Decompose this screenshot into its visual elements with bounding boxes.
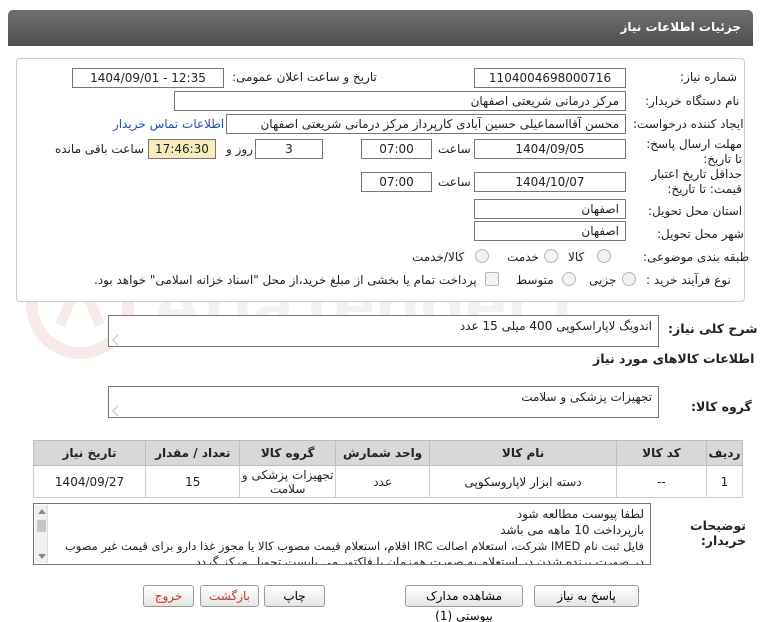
scroll-thumb[interactable] [37,520,46,532]
resize-grip-icon[interactable] [112,405,124,417]
payment-note: پرداخت تمام یا بخشی از مبلغ خرید،از محل … [94,273,477,287]
buyer-notes-textarea[interactable]: لطفا پیوست مطالعه شود بازپرداخت 10 ماهه … [33,503,651,565]
description-textarea[interactable]: اندویگ لاپاراسکوپی 400 میلی 15 عدد [108,315,659,347]
process-medium-radio[interactable] [562,272,576,286]
category-goods-service-label: کالا/خدمت [412,250,465,264]
treasury-checkbox[interactable] [485,272,499,286]
note-line: لطفا پیوست مطالعه شود [516,507,644,521]
note-line: فایل ثبت نام IMED شرکت، استعلام اصالت IR… [64,539,644,553]
cell-goods-name: دسته ابزار لاپاروسکوپی [429,465,617,498]
announce-datetime-label: تاریخ و ساعت اعلان عمومی: [232,70,377,84]
description-text: اندویگ لاپاراسکوپی 400 میلی 15 عدد [459,319,652,333]
col-header-goods-group: گروه کالا [239,440,336,466]
remaining-time-value: 17:46:30 [148,139,216,159]
scroll-up-icon[interactable] [38,509,46,514]
send-deadline-label: مهلت ارسال پاسخ: تا تاریخ: [646,137,742,166]
cell-need-date: 1404/09/27 [32,465,147,498]
table-row[interactable]: 1 -- دسته ابزار لاپاروسکوپی عدد تجهیزات … [32,465,744,498]
city-value: اصفهان [474,221,626,241]
need-number-value: 1104004698000716 [474,68,626,88]
city-label: شهر محل تحویل: [657,227,744,241]
days-remaining-value: 3 [255,139,323,159]
attachments-button[interactable]: مشاهده مدارک پیوستی (1) [405,585,523,622]
table-header-row: ردیف کد کالا نام کالا واحد شمارش گروه کا… [32,440,744,466]
send-time-value: 07:00 [361,139,432,159]
scroll-down-icon[interactable] [38,554,46,559]
col-header-quantity: تعداد / مقدار [145,440,241,466]
note-line: در صورت برنده شدن در استعلام به صورت همز… [191,555,644,565]
process-medium-label: متوسط [516,273,554,287]
category-goods-radio[interactable] [597,249,611,263]
process-minor-radio[interactable] [622,272,636,286]
col-header-row-number: ردیف [705,440,744,466]
buyer-org-value: مرکز درمانی شریعتی اصفهان [174,91,626,111]
goods-info-title: اطلاعات کالاهای مورد نیاز [593,351,755,366]
col-header-goods-code: کد کالا [615,440,707,466]
reply-button[interactable]: پاسخ به نیاز [534,585,639,607]
validity-label: حداقل تاریخ اعتبار قیمت: تا تاریخ: [651,167,742,196]
province-value: اصفهان [474,199,626,219]
day-and-label: روز و [226,142,253,156]
process-minor-label: جزیی [589,273,617,287]
print-button[interactable]: چاپ [264,585,325,607]
cell-row-number: 1 [705,465,744,498]
send-date-value: 1404/09/05 [474,139,626,159]
buyer-notes-label: توضیحات خریدار: [690,518,746,548]
page-header: جزئیات اطلاعات نیاز [8,10,753,46]
requester-label: ایجاد کننده درخواست: [633,117,744,131]
goods-group-text: تجهیزات پزشکی و سلامت [521,390,652,404]
goods-table: ردیف کد کالا نام کالا واحد شمارش گروه کا… [32,440,744,498]
validity-time-label: ساعت [438,175,471,189]
resize-grip-icon[interactable] [112,334,124,346]
process-label: نوع فرآیند خرید : [646,273,731,287]
buyer-org-label: نام دستگاه خریدار: [645,94,740,108]
notes-scrollbar[interactable] [35,505,48,563]
need-number-label: شماره نیاز: [680,70,737,84]
category-goods-service-radio[interactable] [475,249,489,263]
province-label: استان محل تحویل: [648,204,743,218]
back-button[interactable]: بازگشت [200,585,259,607]
requester-value: محسن آقااسماعیلی حسین آبادی کارپرداز مرک… [226,114,626,134]
goods-group-label: گروه کالا: [691,399,752,414]
category-service-label: خدمت [507,250,539,264]
goods-group-textarea[interactable]: تجهیزات پزشکی و سلامت [108,386,659,418]
page: جزئیات اطلاعات نیاز AriaTender.net شماره… [0,0,761,622]
col-header-goods-name: نام کالا [429,440,617,466]
cell-quantity: 15 [145,465,241,498]
description-label: شرح کلی نیاز: [668,321,758,336]
cell-goods-group: تجهیزات پزشکی و سلامت [239,465,336,498]
category-service-radio[interactable] [544,249,558,263]
send-time-label: ساعت [438,142,471,156]
contact-buyer-link[interactable]: اطلاعات تماس خریدار [113,117,224,131]
note-line: بازپرداخت 10 ماهه می باشد [500,523,644,537]
page-title: جزئیات اطلاعات نیاز [620,20,741,34]
announce-datetime-value: 1404/09/01 - 12:35 [72,68,224,88]
cell-goods-code: -- [615,465,707,498]
exit-button[interactable]: خروج [143,585,194,607]
cell-unit: عدد [334,465,431,498]
col-header-need-date: تاریخ نیاز [32,440,147,466]
validity-date-value: 1404/10/07 [474,172,626,192]
col-header-unit: واحد شمارش [334,440,431,466]
category-label: طبقه بندی موضوعی: [643,250,750,264]
category-goods-label: کالا [568,250,585,264]
validity-time-value: 07:00 [361,172,432,192]
remaining-label: ساعت باقی مانده [55,142,145,156]
